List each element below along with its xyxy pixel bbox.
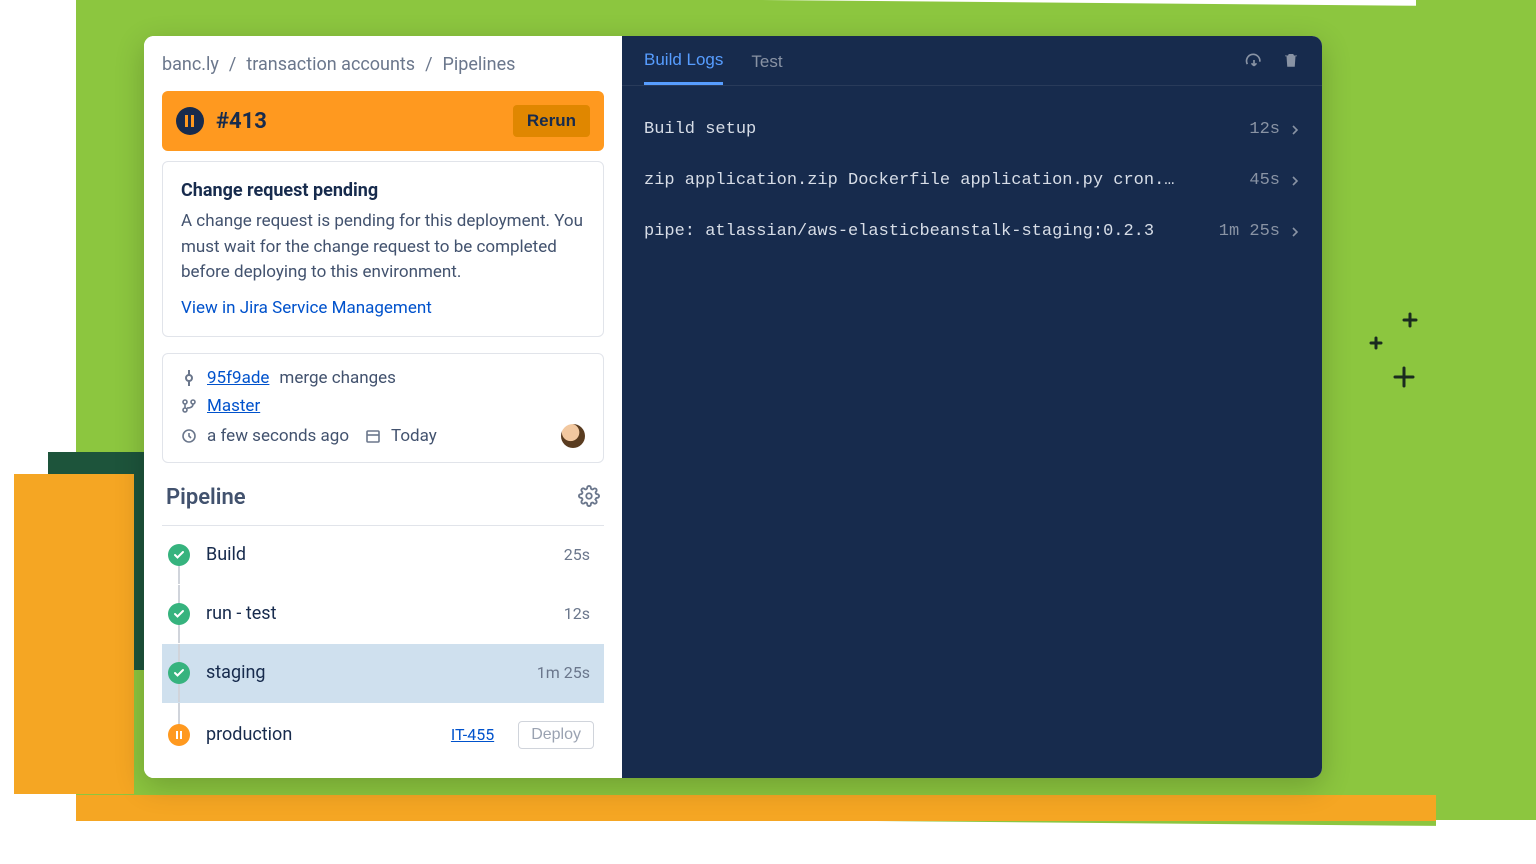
delete-logs-button[interactable] <box>1282 50 1300 75</box>
step-name: production <box>206 724 292 745</box>
log-duration: 12s <box>1249 120 1280 139</box>
logs-tabs: Build Logs Test <box>622 36 1322 86</box>
pipeline-step[interactable]: production IT-455 Deploy <box>162 703 604 768</box>
step-name: Build <box>206 544 246 565</box>
log-duration: 1m 25s <box>1219 222 1280 241</box>
author-avatar[interactable] <box>561 424 585 448</box>
view-in-jsm-link[interactable]: View in Jira Service Management <box>181 298 432 318</box>
pipeline-steps: Build 25s run - test 12s staging 1m 25s produc… <box>162 525 604 768</box>
bg-shape-orange-bar <box>76 795 1436 821</box>
chevron-right-icon <box>1290 125 1300 135</box>
change-request-body: A change request is pending for this dep… <box>181 209 585 286</box>
pipeline-settings-button[interactable] <box>578 485 600 511</box>
status-success-icon <box>168 544 190 566</box>
status-paused-icon <box>168 724 190 746</box>
commit-card: 95f9ade merge changes Master a few secon… <box>162 353 604 463</box>
app-window: banc.ly / transaction accounts / Pipelin… <box>144 36 1322 778</box>
deploy-button[interactable]: Deploy <box>518 721 594 749</box>
status-success-icon <box>168 662 190 684</box>
pipeline-step[interactable]: Build 25s <box>162 526 604 585</box>
date-label: Today <box>391 426 437 446</box>
bg-shape-orange <box>14 474 134 794</box>
breadcrumb-separator: / <box>229 54 236 75</box>
step-name: run - test <box>206 603 276 624</box>
log-text: zip application.zip Dockerfile applicati… <box>644 171 1184 190</box>
chevron-right-icon <box>1290 176 1300 186</box>
commit-message: merge changes <box>279 368 396 388</box>
breadcrumb-item[interactable]: banc.ly <box>162 54 219 75</box>
change-request-title: Change request pending <box>181 180 585 201</box>
download-logs-button[interactable] <box>1244 50 1264 75</box>
log-line[interactable]: pipe: atlassian/aws-elasticbeanstalk-sta… <box>644 206 1300 257</box>
logs-tab[interactable]: Test <box>751 52 782 84</box>
breadcrumb-item[interactable]: transaction accounts <box>246 54 415 75</box>
log-duration: 45s <box>1249 171 1280 190</box>
step-duration: 12s <box>564 604 590 623</box>
step-name: staging <box>206 662 266 683</box>
step-ticket-link[interactable]: IT-455 <box>451 725 494 744</box>
pipeline-title: Pipeline <box>166 485 246 510</box>
log-text: Build setup <box>644 120 756 139</box>
branch-link[interactable]: Master <box>207 396 260 416</box>
logs-panel: Build Logs Test Build setup 12s zip applica… <box>622 36 1322 778</box>
branch-icon <box>181 398 197 414</box>
pipeline-step[interactable]: staging 1m 25s <box>162 644 604 703</box>
commit-icon <box>181 370 197 386</box>
breadcrumb-item[interactable]: Pipelines <box>443 54 516 75</box>
run-id: #413 <box>216 109 267 134</box>
pause-icon <box>176 107 204 135</box>
relative-time: a few seconds ago <box>207 426 349 446</box>
breadcrumb-separator: / <box>425 54 432 75</box>
chevron-right-icon <box>1290 227 1300 237</box>
bg-shape-green-right <box>1416 0 1536 820</box>
left-panel: banc.ly / transaction accounts / Pipelin… <box>144 36 622 778</box>
logs-tab[interactable]: Build Logs <box>644 50 723 85</box>
change-request-card: Change request pending A change request … <box>162 161 604 337</box>
clock-icon <box>181 428 197 444</box>
pipeline-step[interactable]: run - test 12s <box>162 585 604 644</box>
commit-hash-link[interactable]: 95f9ade <box>207 368 269 388</box>
calendar-icon <box>365 428 381 444</box>
step-duration: 25s <box>564 545 590 564</box>
log-line[interactable]: Build setup 12s <box>644 104 1300 155</box>
run-banner: #413 Rerun <box>162 91 604 151</box>
log-lines: Build setup 12s zip application.zip Docker… <box>622 86 1322 275</box>
breadcrumb: banc.ly / transaction accounts / Pipelin… <box>162 54 604 75</box>
pipeline-header: Pipeline <box>162 485 604 525</box>
rerun-button[interactable]: Rerun <box>513 105 590 137</box>
sparkle-decoration <box>1366 310 1436 390</box>
status-success-icon <box>168 603 190 625</box>
step-duration: 1m 25s <box>537 663 590 682</box>
log-line[interactable]: zip application.zip Dockerfile applicati… <box>644 155 1300 206</box>
log-text: pipe: atlassian/aws-elasticbeanstalk-sta… <box>644 222 1154 241</box>
